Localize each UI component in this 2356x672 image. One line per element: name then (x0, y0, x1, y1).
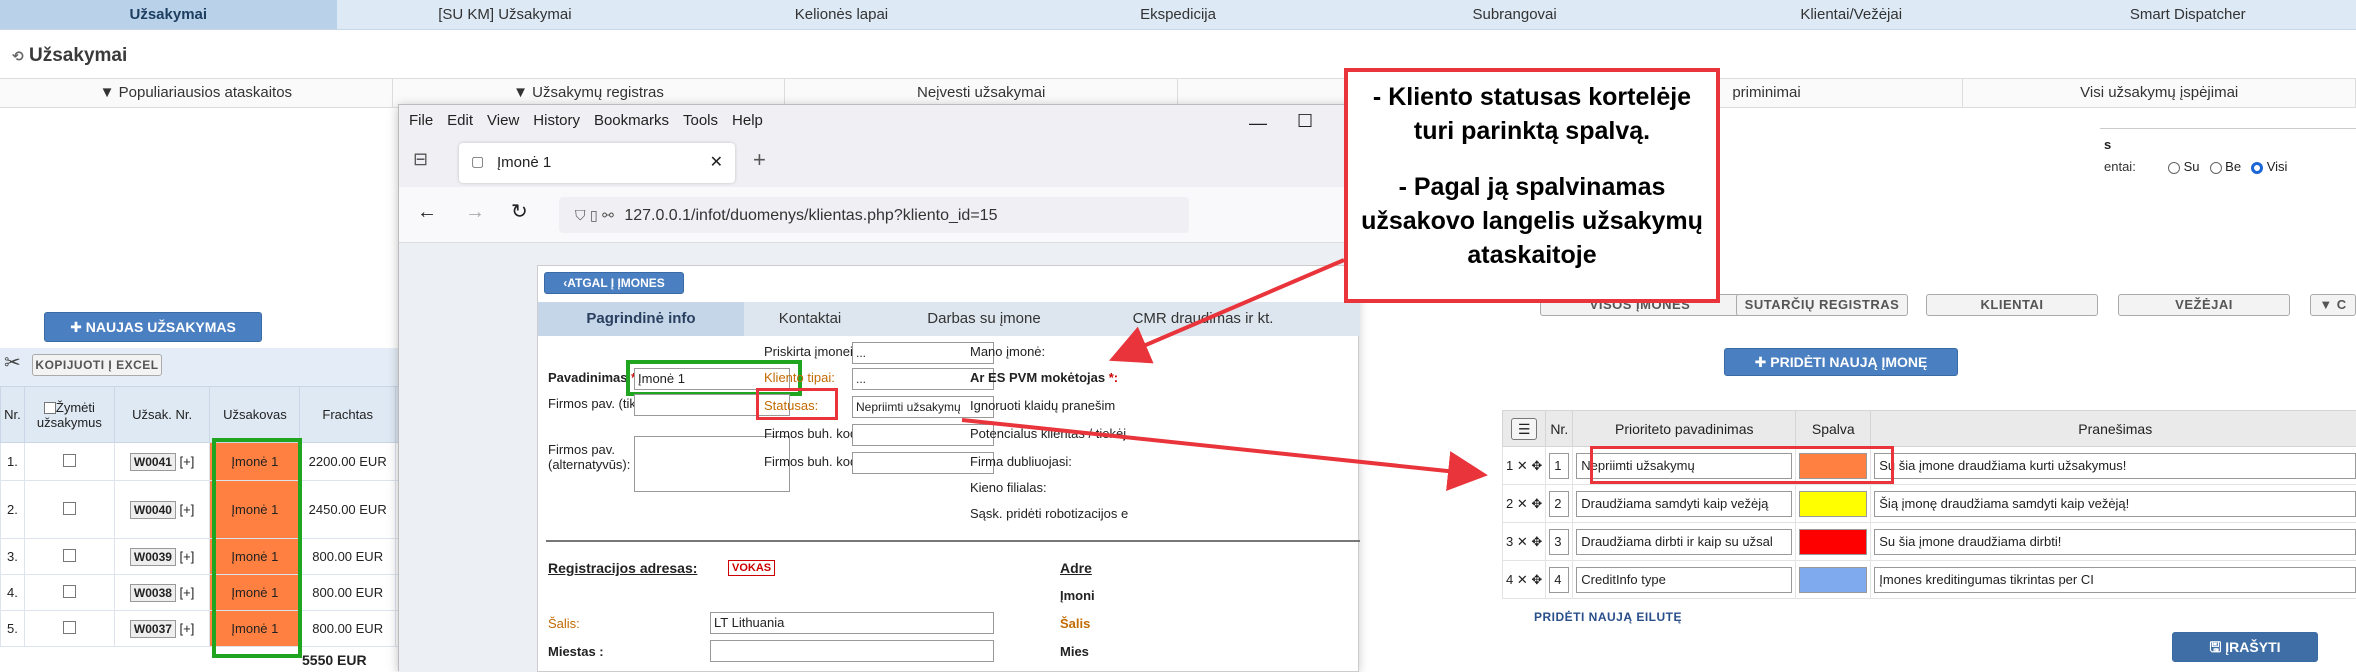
annotation-callout: - Kliento statusas kortelėje turi parink… (1344, 68, 1720, 303)
arrow-to-priority-table (962, 420, 1476, 474)
annotation-arrows (0, 0, 2356, 671)
arrow-to-client-types (1120, 260, 1344, 356)
